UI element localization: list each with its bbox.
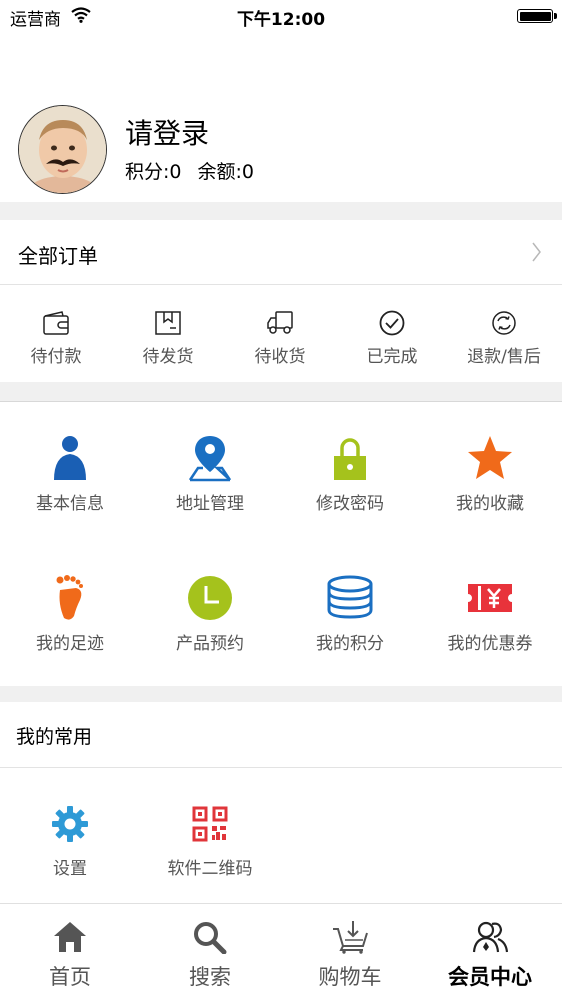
section-divider [0, 202, 562, 220]
chevron-right-icon [532, 242, 541, 262]
check-circle-icon [379, 310, 405, 336]
section-divider [0, 686, 562, 702]
balance-label: 余额:0 [197, 161, 255, 183]
menu-item-reservation[interactable]: 产品预约 [140, 542, 280, 682]
footprint-icon [56, 575, 83, 620]
menu-item-coupons[interactable]: 我的优惠券 [420, 542, 560, 682]
menu-item-label: 地址管理 [176, 494, 244, 514]
order-status-label: 退款/售后 [467, 347, 541, 367]
avatar[interactable] [18, 105, 107, 194]
cart-icon [333, 921, 368, 954]
menu-item-change-password[interactable]: 修改密码 [280, 402, 420, 542]
tab-cart[interactable]: 购物车 [280, 904, 420, 1000]
order-status-completed[interactable]: 已完成 [336, 284, 448, 382]
tool-label: 软件二维码 [167, 859, 253, 879]
points-label: 积分:0 [125, 161, 182, 183]
coins-icon [327, 575, 373, 619]
status-bar: 运营商 下午12:00 [0, 0, 562, 32]
menu-item-label: 我的收藏 [456, 494, 524, 514]
bottom-tab-bar: 首页 搜索 购物车 会员中心 [0, 903, 562, 1000]
menu-item-label: 我的优惠券 [447, 634, 533, 654]
menu-item-label: 基本信息 [36, 494, 104, 514]
login-prompt[interactable]: 请登录 [125, 112, 209, 152]
order-status-to-ship[interactable]: 待发货 [112, 284, 224, 382]
menu-item-points[interactable]: 我的积分 [280, 542, 420, 682]
tab-label: 购物车 [318, 965, 382, 989]
tab-member-center[interactable]: 会员中心 [420, 904, 560, 1000]
qr-code-icon [192, 806, 228, 842]
coupon-icon [468, 584, 512, 612]
order-status-label: 待收货 [254, 347, 306, 367]
all-orders-label: 全部订单 [18, 244, 98, 268]
clock-icon [188, 576, 232, 620]
account-stats: 积分:0 余额:0 [125, 157, 270, 184]
lock-icon [334, 438, 366, 480]
order-status-unpaid[interactable]: 待付款 [0, 284, 112, 382]
order-status-label: 待付款 [30, 347, 82, 367]
menu-item-label: 我的积分 [316, 634, 384, 654]
section-divider [0, 382, 562, 402]
battery-icon [517, 9, 557, 23]
truck-icon [267, 311, 293, 334]
search-icon [194, 922, 227, 954]
feature-grid: 基本信息 地址管理 修改密码 我的收藏 我的足迹 产品预约 我的积分 我的优惠券 [0, 402, 562, 686]
menu-item-footprints[interactable]: 我的足迹 [0, 542, 140, 682]
order-status-to-receive[interactable]: 待收货 [224, 284, 336, 382]
tab-search[interactable]: 搜索 [140, 904, 280, 1000]
package-icon [155, 311, 181, 335]
home-icon [54, 922, 86, 952]
members-icon [472, 921, 508, 953]
menu-item-address[interactable]: 地址管理 [140, 402, 280, 542]
tab-home[interactable]: 首页 [0, 904, 140, 1000]
order-status-label: 待发货 [142, 347, 194, 367]
menu-item-favorites[interactable]: 我的收藏 [420, 402, 560, 542]
clock-label: 下午12:00 [236, 10, 326, 30]
order-status-bar: 待付款 待发货 待收货 已完成 退款/售后 [0, 284, 562, 382]
tab-label: 首页 [49, 965, 91, 989]
order-status-refund[interactable]: 退款/售后 [448, 284, 560, 382]
section-title: 我的常用 [16, 726, 93, 748]
order-status-label: 已完成 [366, 347, 418, 367]
common-tools: 设置 软件二维码 [0, 768, 562, 903]
menu-item-label: 产品预约 [176, 634, 244, 654]
wallet-icon [43, 311, 69, 335]
gear-icon [52, 806, 88, 842]
profile-header[interactable]: 请登录 积分:0 余额:0 [0, 95, 562, 202]
refund-icon [492, 311, 516, 335]
map-pin-icon [188, 436, 232, 482]
tool-label: 设置 [53, 859, 87, 879]
person-icon [54, 436, 86, 480]
menu-item-label: 我的足迹 [36, 634, 104, 654]
tab-label: 会员中心 [448, 965, 532, 989]
tool-qr-code[interactable]: 软件二维码 [140, 768, 280, 903]
star-icon [468, 436, 512, 479]
tool-settings[interactable]: 设置 [0, 768, 140, 903]
menu-item-label: 修改密码 [316, 494, 384, 514]
menu-item-basic-info[interactable]: 基本信息 [0, 402, 140, 542]
tab-label: 搜索 [189, 965, 231, 989]
all-orders-row[interactable]: 全部订单 [0, 220, 562, 284]
